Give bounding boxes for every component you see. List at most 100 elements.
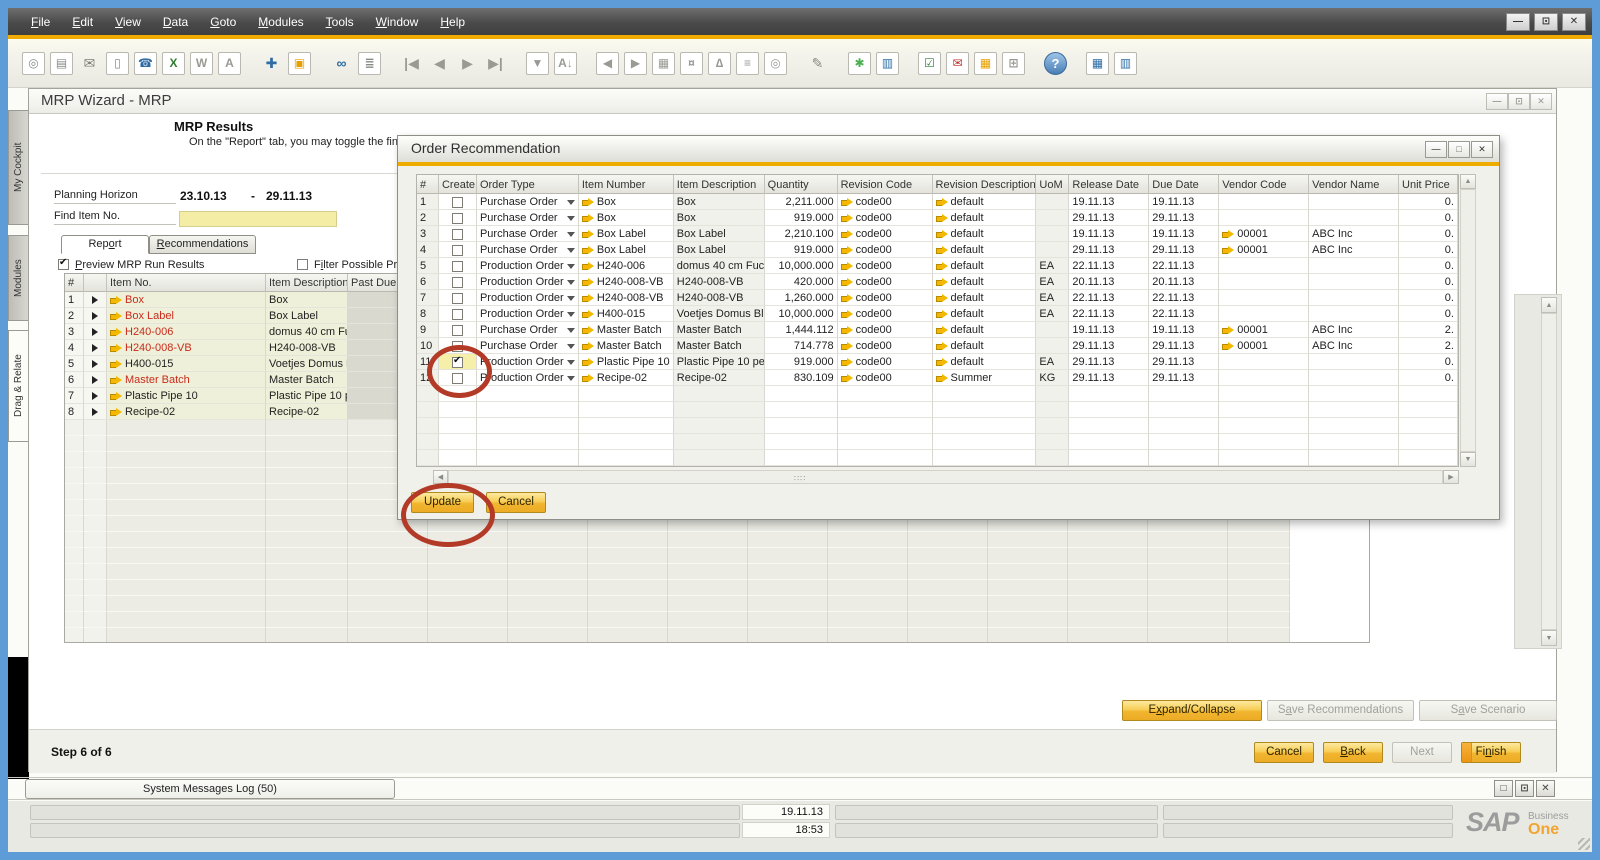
sms-icon[interactable]: ▯ <box>106 51 129 75</box>
release-date-cell[interactable]: 22.11.13 <box>1069 306 1150 322</box>
link-arrow-icon[interactable] <box>110 327 122 337</box>
link-arrow-icon[interactable] <box>935 373 948 383</box>
release-date-cell[interactable]: 19.11.13 <box>1069 226 1150 242</box>
link-arrow-icon[interactable] <box>840 261 853 271</box>
vendor-code-cell[interactable]: 00001 <box>1219 338 1310 354</box>
item-description-cell[interactable]: Master Batch <box>266 372 348 388</box>
revision-description-cell[interactable]: default <box>932 322 1037 338</box>
due-date-cell[interactable]: 22.11.13 <box>1149 290 1220 306</box>
create-checkbox[interactable] <box>451 308 463 320</box>
create-cell[interactable] <box>438 306 477 322</box>
link-arrow-icon[interactable] <box>935 309 948 319</box>
item-number-cell[interactable]: Recipe-02 <box>578 370 674 386</box>
expand-row-icon[interactable] <box>92 392 98 400</box>
revision-code-cell[interactable]: code00 <box>837 354 933 370</box>
vendor-code-cell[interactable] <box>1219 354 1310 370</box>
export-excel-icon[interactable]: X <box>162 51 185 75</box>
filter-possible-checkbox[interactable] <box>297 259 308 270</box>
release-date-cell[interactable]: 20.11.13 <box>1069 274 1150 290</box>
dropdown-arrow-icon[interactable] <box>566 263 575 269</box>
revision-description-cell[interactable]: default <box>932 354 1037 370</box>
dialog-minimize-button[interactable]: — <box>1425 141 1447 158</box>
sidebar-tab-my-cockpit[interactable]: My Cockpit <box>8 110 28 225</box>
expand-row-icon[interactable] <box>92 328 98 336</box>
link-arrow-icon[interactable] <box>935 245 948 255</box>
item-number-cell[interactable]: Plastic Pipe 10 <box>578 354 674 370</box>
last-record-icon[interactable]: ▶| <box>484 52 507 75</box>
link-arrow-icon[interactable] <box>840 213 853 223</box>
due-date-cell[interactable]: 29.11.13 <box>1149 338 1220 354</box>
link-arrow-icon[interactable] <box>581 309 594 319</box>
target-document-icon[interactable]: ◎ <box>764 51 787 75</box>
revision-code-cell[interactable]: code00 <box>837 306 933 322</box>
sidebar-tab-modules[interactable]: Modules <box>8 235 28 321</box>
link-arrow-icon[interactable] <box>581 197 594 207</box>
order-type-cell[interactable]: Purchase Order <box>476 194 579 210</box>
scroll-down-icon[interactable]: ▼ <box>1541 630 1557 646</box>
vendor-code-cell[interactable] <box>1219 258 1310 274</box>
expand-row-icon[interactable] <box>92 312 98 320</box>
row-expander[interactable] <box>84 292 107 308</box>
quantity-cell[interactable]: 1,444.112 <box>764 322 838 338</box>
item-no-cell[interactable]: Master Batch <box>107 372 266 388</box>
edit-icon[interactable]: ✎ <box>806 52 829 75</box>
link-arrow-icon[interactable] <box>581 245 594 255</box>
link-arrow-icon[interactable] <box>581 229 594 239</box>
save-scenario-button[interactable]: Save Scenario <box>1419 700 1557 721</box>
item-number-cell[interactable]: H400-015 <box>578 306 674 322</box>
dialog-scroll-up-icon[interactable]: ▲ <box>1460 174 1476 189</box>
release-date-cell[interactable]: 29.11.13 <box>1069 242 1150 258</box>
link-arrow-icon[interactable] <box>1222 325 1235 335</box>
row-expander[interactable] <box>84 372 107 388</box>
dropdown-arrow-icon[interactable] <box>566 231 575 237</box>
dropdown-arrow-icon[interactable] <box>566 215 575 221</box>
link-arrow-icon[interactable] <box>840 277 853 287</box>
link-arrow-icon[interactable] <box>110 407 122 417</box>
vendor-code-cell[interactable] <box>1219 306 1310 322</box>
order-type-cell[interactable]: Production Order <box>476 354 579 370</box>
expand-row-icon[interactable] <box>92 376 98 384</box>
app-minimize-button[interactable]: — <box>1506 13 1530 31</box>
expand-row-icon[interactable] <box>92 408 98 416</box>
link-arrow-icon[interactable] <box>581 341 594 351</box>
link-arrow-icon[interactable] <box>935 197 948 207</box>
link-arrow-icon[interactable] <box>935 229 948 239</box>
user-defined-windows-icon[interactable]: ▦ <box>1086 51 1109 75</box>
due-date-cell[interactable]: 19.11.13 <box>1149 194 1220 210</box>
document-printing-icon[interactable]: ☑ <box>918 51 941 75</box>
revision-description-cell[interactable]: default <box>932 226 1037 242</box>
wizard-restore-button[interactable]: ⊡ <box>1508 93 1530 110</box>
item-number-cell[interactable]: H240-008-VB <box>578 290 674 306</box>
expand-collapse-button[interactable]: Expand/Collapse <box>1122 700 1262 721</box>
item-no-cell[interactable]: Recipe-02 <box>107 404 266 420</box>
revision-code-cell[interactable]: code00 <box>837 274 933 290</box>
alerts-icon[interactable]: ✉ <box>946 51 969 75</box>
item-description-cell[interactable]: H240-008-VB <box>266 340 348 356</box>
messages-cascade-button[interactable]: ⊡ <box>1515 780 1534 797</box>
create-checkbox[interactable] <box>451 292 463 304</box>
link-arrow-icon[interactable] <box>581 325 594 335</box>
release-date-cell[interactable]: 22.11.13 <box>1069 290 1150 306</box>
vendor-code-cell[interactable]: 00001 <box>1219 242 1310 258</box>
back-button[interactable]: Back <box>1323 742 1383 763</box>
expand-row-icon[interactable] <box>92 360 98 368</box>
menu-data[interactable]: Data <box>154 11 197 33</box>
link-arrow-icon[interactable] <box>840 245 853 255</box>
create-cell[interactable] <box>438 322 477 338</box>
create-checkbox[interactable] <box>451 260 463 272</box>
expand-row-icon[interactable] <box>92 344 98 352</box>
vendor-code-cell[interactable] <box>1219 210 1310 226</box>
due-date-cell[interactable]: 29.11.13 <box>1149 370 1220 386</box>
first-record-icon[interactable]: |◀ <box>400 52 423 75</box>
item-number-cell[interactable]: Box Label <box>578 242 674 258</box>
fax-icon[interactable]: ☎ <box>134 51 157 75</box>
menu-view[interactable]: View <box>106 11 150 33</box>
quantity-cell[interactable]: 10,000.000 <box>764 258 838 274</box>
dropdown-arrow-icon[interactable] <box>566 311 575 317</box>
row-expander[interactable] <box>84 324 107 340</box>
export-pdf-icon[interactable]: A <box>218 51 241 75</box>
volume-weight-icon[interactable]: ∆ <box>708 51 731 75</box>
dropdown-arrow-icon[interactable] <box>566 279 575 285</box>
finish-button[interactable]: Finish <box>1461 742 1521 763</box>
revision-description-cell[interactable]: default <box>932 194 1037 210</box>
